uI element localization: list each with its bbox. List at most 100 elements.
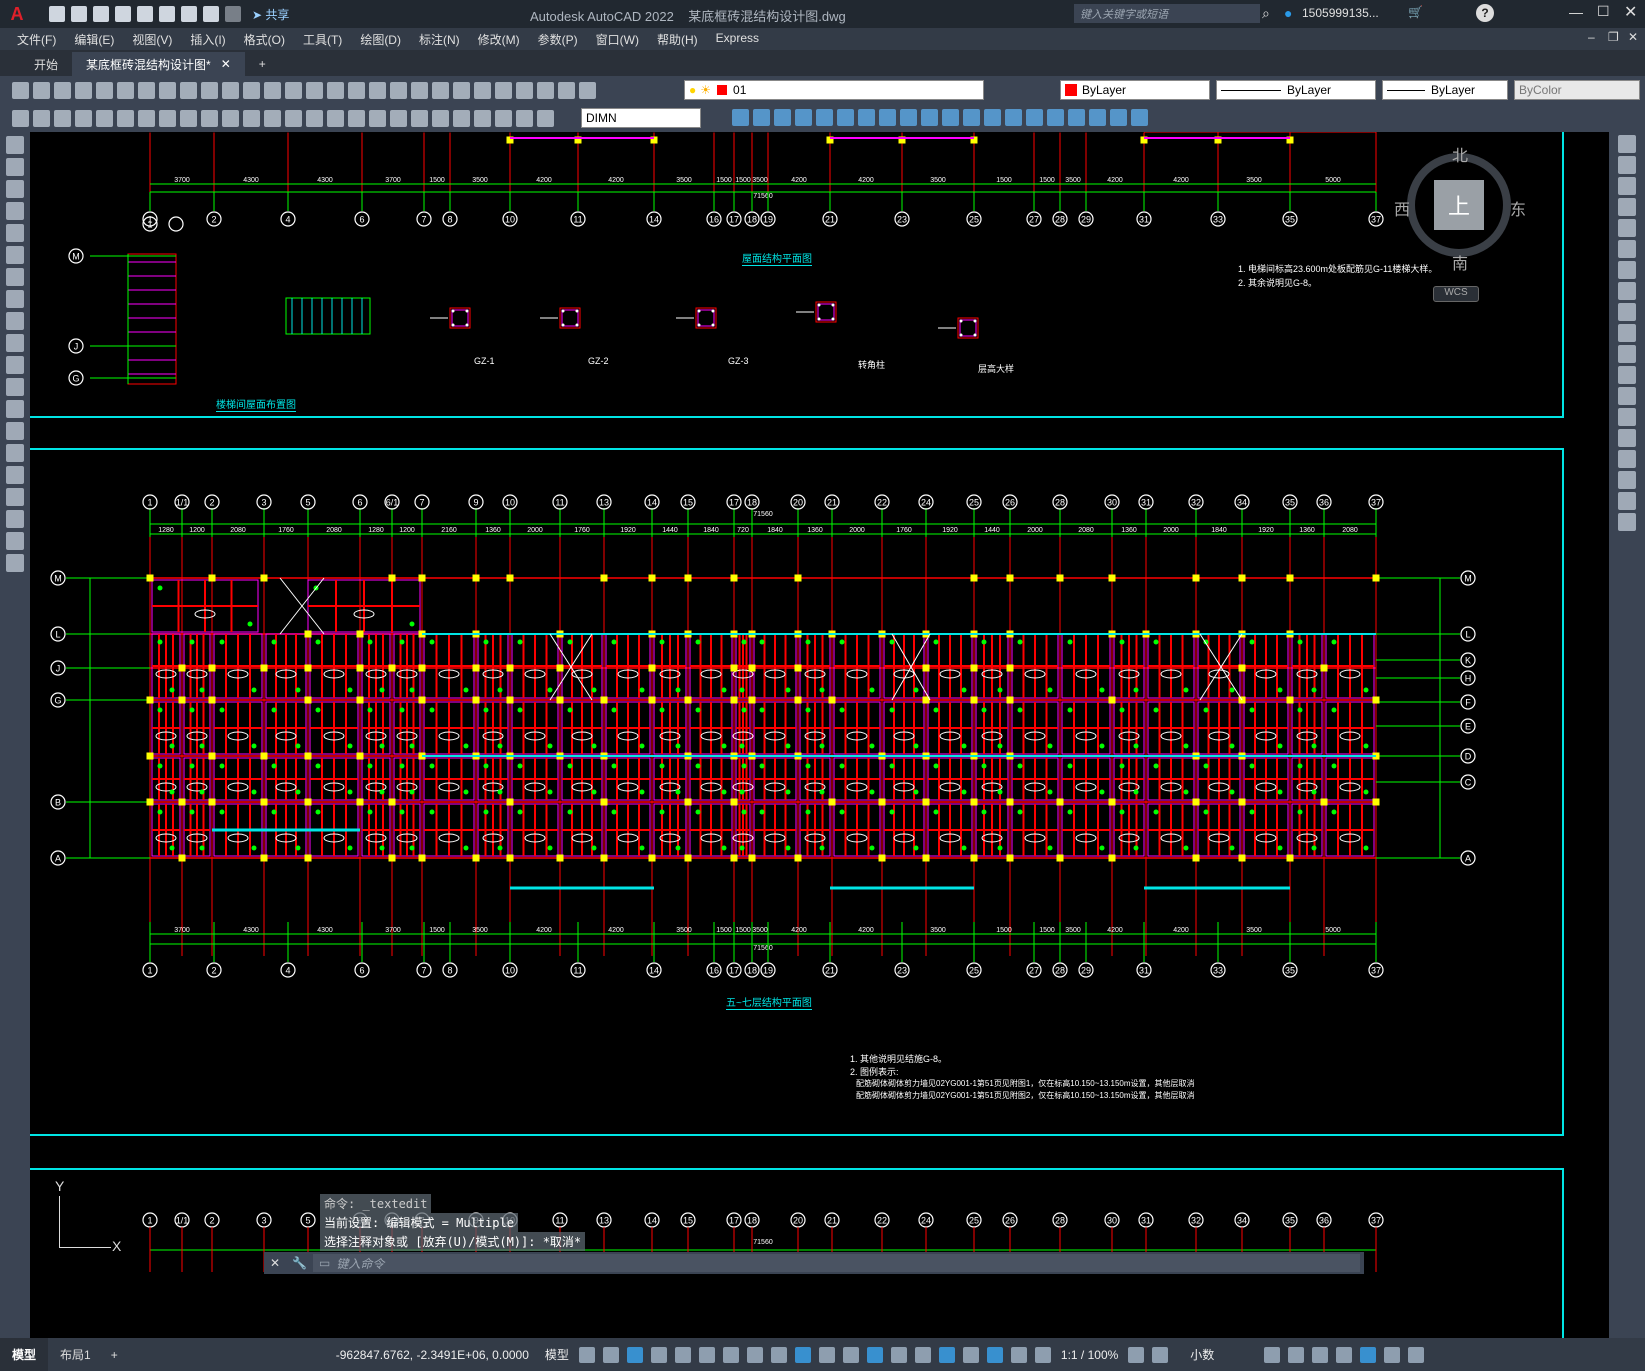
model-space-toggle[interactable]: 模型 bbox=[545, 1346, 569, 1363]
annotation-scale[interactable]: 1:1 / 100% bbox=[1061, 1348, 1118, 1362]
standard-tool-icon-1[interactable] bbox=[33, 82, 50, 99]
dim-tool-icon-12[interactable] bbox=[264, 110, 281, 127]
dim-tool-icon-11[interactable] bbox=[243, 110, 260, 127]
viewcube-top-face[interactable]: 上 bbox=[1434, 180, 1484, 230]
standard-tool-icon-19[interactable] bbox=[411, 82, 428, 99]
edit-tool-icon-2[interactable] bbox=[1618, 177, 1636, 195]
dim-tool-icon-6[interactable] bbox=[138, 110, 155, 127]
search-box[interactable]: 键入关键字或短语 bbox=[1074, 4, 1260, 23]
dimstyle-dropdown[interactable]: DIMN bbox=[581, 108, 701, 128]
dim-tool-icon-5[interactable] bbox=[117, 110, 134, 127]
draw-tool-icon-7[interactable] bbox=[6, 290, 24, 308]
draw-tool-icon-11[interactable] bbox=[6, 378, 24, 396]
plot-icon[interactable] bbox=[181, 6, 197, 22]
drafting-toggle-icon-3[interactable] bbox=[651, 1347, 667, 1363]
edit-tool-icon-7[interactable] bbox=[1618, 282, 1636, 300]
minimize-button[interactable]: — bbox=[1569, 4, 1583, 20]
menu-item-2[interactable]: 视图(V) bbox=[123, 31, 181, 48]
dim-tool-icon-3[interactable] bbox=[75, 110, 92, 127]
standard-tool-icon-18[interactable] bbox=[390, 82, 407, 99]
standard-tool-icon-23[interactable] bbox=[495, 82, 512, 99]
plotstyle-dropdown[interactable]: ByColor bbox=[1514, 80, 1640, 100]
drafting-toggle-icon-17[interactable] bbox=[987, 1347, 1003, 1363]
open-file-icon[interactable] bbox=[71, 6, 87, 22]
coordinates-readout[interactable]: -962847.6762, -2.3491E+06, 0.0000 bbox=[336, 1348, 529, 1362]
draw-tool-icon-6[interactable] bbox=[6, 268, 24, 286]
standard-tool-icon-8[interactable] bbox=[180, 82, 197, 99]
drafting-toggle-icon-9[interactable] bbox=[795, 1347, 811, 1363]
drafting-toggle-icon-0[interactable] bbox=[579, 1347, 595, 1363]
drafting-toggle-icon-11[interactable] bbox=[843, 1347, 859, 1363]
dim-tool-icon-13[interactable] bbox=[285, 110, 302, 127]
viewcube[interactable]: 上 北 南 东 西 bbox=[1394, 140, 1524, 270]
modify-tool-icon-19[interactable] bbox=[1131, 109, 1148, 126]
drafting-toggle-icon-4[interactable] bbox=[675, 1347, 691, 1363]
compass-west[interactable]: 西 bbox=[1394, 196, 1410, 220]
compass-east[interactable]: 东 bbox=[1510, 196, 1526, 220]
drafting-toggle-icon-7[interactable] bbox=[747, 1347, 763, 1363]
modify-tool-icon-14[interactable] bbox=[1026, 109, 1043, 126]
dim-tool-icon-10[interactable] bbox=[222, 110, 239, 127]
status-toggle-icon-6[interactable] bbox=[1408, 1347, 1424, 1363]
standard-tool-icon-17[interactable] bbox=[369, 82, 386, 99]
dim-tool-icon-14[interactable] bbox=[306, 110, 323, 127]
lineweight-dropdown[interactable]: ByLayer bbox=[1382, 80, 1508, 100]
modify-tool-icon-6[interactable] bbox=[858, 109, 875, 126]
dim-tool-icon-22[interactable] bbox=[474, 110, 491, 127]
modify-tool-icon-12[interactable] bbox=[984, 109, 1001, 126]
draw-tool-icon-1[interactable] bbox=[6, 158, 24, 176]
draw-tool-icon-14[interactable] bbox=[6, 444, 24, 462]
draw-tool-icon-8[interactable] bbox=[6, 312, 24, 330]
standard-tool-icon-24[interactable] bbox=[516, 82, 533, 99]
modify-tool-icon-2[interactable] bbox=[774, 109, 791, 126]
modify-tool-icon-17[interactable] bbox=[1089, 109, 1106, 126]
edit-tool-icon-13[interactable] bbox=[1618, 408, 1636, 426]
drafting-toggle-icon-14[interactable] bbox=[915, 1347, 931, 1363]
layer-dropdown[interactable]: ● ☀ 01 bbox=[684, 80, 984, 100]
modify-tool-icon-5[interactable] bbox=[837, 109, 854, 126]
modify-tool-icon-16[interactable] bbox=[1068, 109, 1085, 126]
menu-item-8[interactable]: 修改(M) bbox=[469, 31, 529, 48]
layout-tab-layout1[interactable]: 布局1 bbox=[48, 1338, 103, 1371]
standard-tool-icon-13[interactable] bbox=[285, 82, 302, 99]
draw-tool-icon-5[interactable] bbox=[6, 246, 24, 264]
tab-start[interactable]: 开始 bbox=[20, 52, 72, 76]
dim-tool-icon-9[interactable] bbox=[201, 110, 218, 127]
edit-tool-icon-4[interactable] bbox=[1618, 219, 1636, 237]
tab-drawing[interactable]: 某底框砖混结构设计图* ✕ bbox=[72, 52, 245, 76]
save-to-web-icon[interactable] bbox=[159, 6, 175, 22]
modify-tool-icon-1[interactable] bbox=[753, 109, 770, 126]
menu-item-5[interactable]: 工具(T) bbox=[294, 31, 351, 48]
drafting-toggle-icon-19[interactable] bbox=[1035, 1347, 1051, 1363]
standard-tool-icon-4[interactable] bbox=[96, 82, 113, 99]
user-name[interactable]: 1505999135... bbox=[1302, 6, 1379, 20]
edit-tool-icon-11[interactable] bbox=[1618, 366, 1636, 384]
standard-tool-icon-5[interactable] bbox=[117, 82, 134, 99]
drafting-toggle-icon-1[interactable] bbox=[603, 1347, 619, 1363]
standard-tool-icon-27[interactable] bbox=[579, 82, 596, 99]
modify-tool-icon-3[interactable] bbox=[795, 109, 812, 126]
modify-tool-icon-11[interactable] bbox=[963, 109, 980, 126]
save-icon[interactable] bbox=[93, 6, 109, 22]
status-toggle-icon-1[interactable] bbox=[1288, 1347, 1304, 1363]
command-wrench-icon[interactable]: 🔧 bbox=[292, 1256, 307, 1270]
undo-icon[interactable] bbox=[203, 6, 219, 22]
status-toggle-icon-4[interactable] bbox=[1360, 1347, 1376, 1363]
dim-tool-icon-1[interactable] bbox=[33, 110, 50, 127]
draw-tool-icon-16[interactable] bbox=[6, 488, 24, 506]
standard-tool-icon-9[interactable] bbox=[201, 82, 218, 99]
draw-tool-icon-19[interactable] bbox=[6, 554, 24, 572]
modify-tool-icon-7[interactable] bbox=[879, 109, 896, 126]
drafting-toggle-icon-15[interactable] bbox=[939, 1347, 955, 1363]
modify-tool-icon-4[interactable] bbox=[816, 109, 833, 126]
dim-tool-icon-23[interactable] bbox=[495, 110, 512, 127]
plus-icon[interactable] bbox=[1152, 1347, 1168, 1363]
open-from-web-icon[interactable] bbox=[137, 6, 153, 22]
dim-tool-icon-4[interactable] bbox=[96, 110, 113, 127]
drawing-canvas[interactable]: 3700 4300 4300 3700 1500 3500 4200 4200 3500 1500… bbox=[30, 132, 1609, 1338]
standard-tool-icon-11[interactable] bbox=[243, 82, 260, 99]
standard-tool-icon-22[interactable] bbox=[474, 82, 491, 99]
app-logo-icon[interactable]: A bbox=[0, 0, 34, 28]
standard-tool-icon-12[interactable] bbox=[264, 82, 281, 99]
edit-tool-icon-8[interactable] bbox=[1618, 303, 1636, 321]
